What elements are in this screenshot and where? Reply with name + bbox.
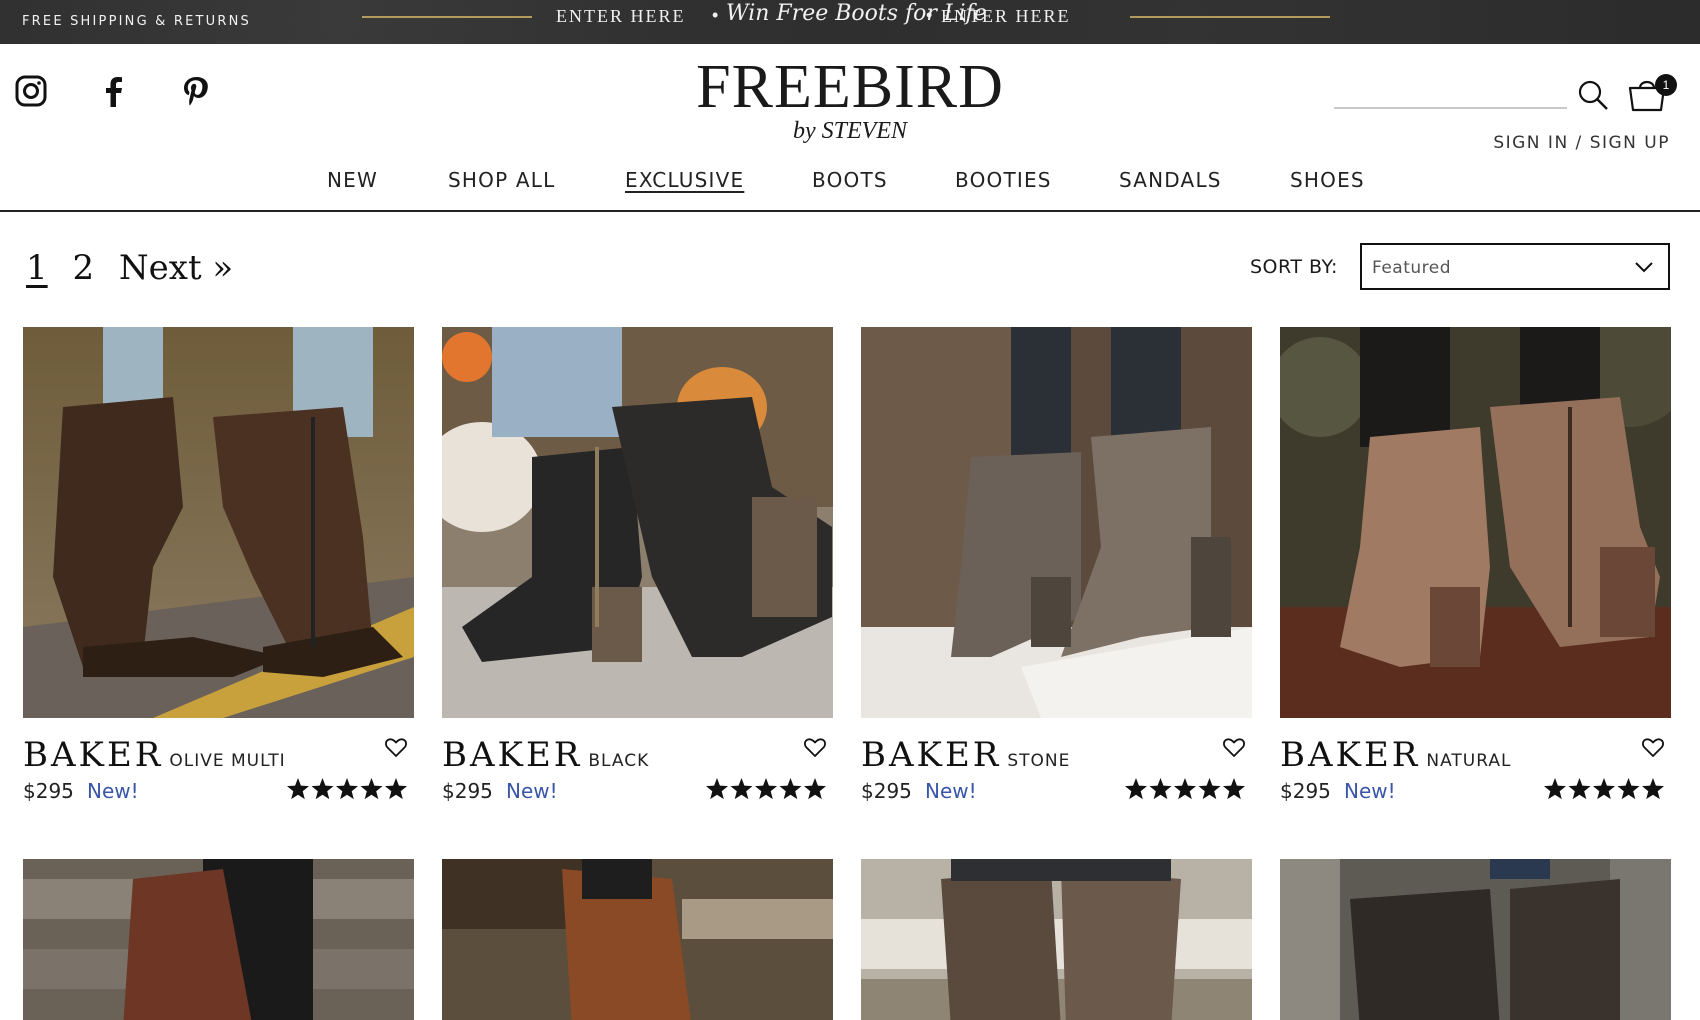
product-card[interactable] [861, 859, 1252, 1020]
product-card[interactable] [23, 859, 414, 1020]
cart-count-badge: 1 [1655, 74, 1677, 96]
brand-name: FREEBIRD [696, 53, 1004, 121]
product-model: BAKER [442, 735, 583, 775]
product-image-boot[interactable] [861, 859, 1252, 1020]
product-model: BAKER [861, 735, 1002, 775]
product-card[interactable]: BAKER BLACK $295 New! [442, 327, 833, 807]
star-icon [336, 778, 358, 800]
product-price: $295 [442, 779, 493, 803]
star-icon [1642, 778, 1664, 800]
star-icon [779, 778, 802, 800]
star-rating [1543, 777, 1665, 801]
nav-item-boots[interactable]: BOOTS [812, 168, 888, 192]
chevron-down-icon [1635, 262, 1653, 273]
sort-selected-value: Featured [1372, 258, 1452, 278]
promo-bar[interactable]: FREE SHIPPING & RETURNS ENTER HERE • Win… [0, 0, 1700, 44]
brand-subtitle: by STEVEN [793, 118, 907, 144]
instagram-icon[interactable] [14, 74, 48, 108]
nav-item-booties[interactable]: BOOTIES [955, 168, 1052, 192]
star-icon [730, 778, 753, 800]
star-icon [1125, 778, 1147, 800]
product-color: NATURAL [1426, 751, 1512, 771]
product-image-boot[interactable] [442, 859, 833, 1020]
next-page-link[interactable]: Next » [119, 248, 233, 288]
product-image-boot[interactable] [23, 327, 414, 718]
product-model: BAKER [23, 735, 164, 775]
product-card[interactable]: BAKER NATURAL $295 New! [1280, 327, 1671, 807]
promo-separator: • [712, 5, 719, 25]
main-navigation: NEW SHOP ALL EXCLUSIVE BOOTS BOOTIES SAN… [0, 168, 1700, 194]
free-shipping-text: FREE SHIPPING & RETURNS [22, 14, 251, 29]
star-icon [1198, 778, 1221, 800]
star-icon [804, 778, 826, 800]
product-price: $295 [23, 779, 74, 803]
brand-logo[interactable]: FREEBIRD by STEVEN [670, 56, 1030, 144]
sort-label: SORT BY: [1250, 256, 1338, 278]
product-image-boot[interactable] [23, 859, 414, 1020]
promo-enter-right-link[interactable]: ENTER HERE [941, 6, 1071, 27]
new-badge: New! [925, 779, 977, 803]
product-image-boot[interactable] [1280, 859, 1671, 1020]
star-icon [360, 778, 383, 800]
promo-enter-left-link[interactable]: ENTER HERE [556, 6, 686, 27]
page-1-link[interactable]: 1 [26, 248, 48, 288]
product-image-boot[interactable] [442, 327, 833, 718]
product-image-boot[interactable] [861, 327, 1252, 718]
star-rating [1124, 777, 1246, 801]
product-color: OLIVE MULTI [169, 751, 286, 771]
product-card[interactable] [442, 859, 833, 1020]
search-input[interactable] [1334, 107, 1567, 109]
star-icon [755, 778, 777, 800]
nav-item-sandals[interactable]: SANDALS [1119, 168, 1222, 192]
star-icon [1149, 778, 1172, 800]
product-name[interactable]: BAKER BLACK [442, 735, 649, 775]
new-badge: New! [87, 779, 139, 803]
heart-icon[interactable] [803, 735, 827, 759]
product-name[interactable]: BAKER OLIVE MULTI [23, 735, 286, 775]
product-color: BLACK [588, 751, 650, 771]
star-icon [1174, 778, 1196, 800]
pinterest-icon[interactable] [179, 74, 213, 108]
heart-icon[interactable] [384, 735, 408, 759]
product-color: STONE [1007, 751, 1071, 771]
star-icon [1223, 778, 1245, 800]
star-icon [385, 778, 407, 800]
nav-item-shop-all[interactable]: SHOP ALL [448, 168, 555, 192]
star-icon [1593, 778, 1615, 800]
sort-select[interactable]: Featured [1360, 243, 1670, 290]
product-card[interactable]: BAKER OLIVE MULTI $295 New! [23, 327, 414, 807]
promo-divider-left [362, 16, 532, 18]
star-rating [705, 777, 827, 801]
star-icon [1568, 778, 1591, 800]
search-icon[interactable] [1577, 79, 1609, 111]
product-name[interactable]: BAKER NATURAL [1280, 735, 1511, 775]
sign-in-link[interactable]: SIGN IN / SIGN UP [1493, 133, 1670, 153]
star-icon [706, 778, 728, 800]
new-badge: New! [1344, 779, 1396, 803]
product-card[interactable] [1280, 859, 1671, 1020]
promo-divider-right [1130, 16, 1330, 18]
pagination: 1 2 Next » [26, 248, 247, 288]
product-price: $295 [1280, 779, 1331, 803]
product-model: BAKER [1280, 735, 1421, 775]
nav-item-shoes[interactable]: SHOES [1290, 168, 1365, 192]
heart-icon[interactable] [1222, 735, 1246, 759]
facebook-icon[interactable] [97, 74, 131, 108]
star-icon [1617, 778, 1640, 800]
nav-item-new[interactable]: NEW [327, 168, 378, 192]
header-divider [0, 210, 1700, 212]
promo-separator: • [926, 5, 933, 25]
new-badge: New! [506, 779, 558, 803]
heart-icon[interactable] [1641, 735, 1665, 759]
star-icon [311, 778, 334, 800]
product-name[interactable]: BAKER STONE [861, 735, 1070, 775]
page-2-link[interactable]: 2 [72, 248, 94, 288]
star-icon [287, 778, 309, 800]
product-image-boot[interactable] [1280, 327, 1671, 718]
nav-item-exclusive[interactable]: EXCLUSIVE [625, 168, 744, 192]
product-price: $295 [861, 779, 912, 803]
star-rating [286, 777, 408, 801]
product-card[interactable]: BAKER STONE $295 New! [861, 327, 1252, 807]
star-icon [1544, 778, 1566, 800]
